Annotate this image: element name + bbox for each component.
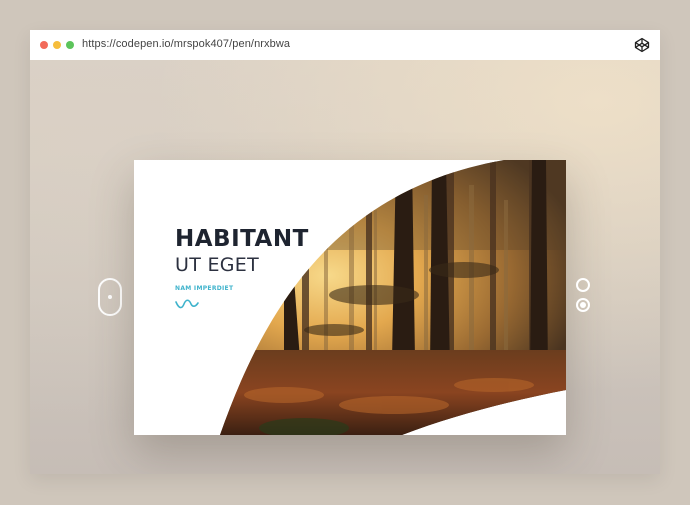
url-text[interactable]: https://codepen.io/mrspok407/pen/nrxbwa xyxy=(82,38,290,50)
slide-tag: NAM IMPERDIET xyxy=(175,285,234,292)
browser-window: https://codepen.io/mrspok407/pen/nrxbwa xyxy=(30,30,660,474)
minimize-window-dot[interactable] xyxy=(53,41,61,49)
prev-dot-icon xyxy=(108,295,112,299)
slide-subtitle: UT EGET xyxy=(175,254,259,276)
close-window-dot[interactable] xyxy=(40,41,48,49)
slide-card: HABITANT UT EGET NAM IMPERDIET xyxy=(134,160,566,435)
maximize-window-dot[interactable] xyxy=(66,41,74,49)
squiggle-decoration-icon xyxy=(175,299,199,309)
slide-title: HABITANT xyxy=(175,226,309,252)
page-dot-2-active[interactable] xyxy=(576,298,590,312)
slider-stage: HABITANT UT EGET NAM IMPERDIET xyxy=(30,60,660,474)
address-bar: https://codepen.io/mrspok407/pen/nrxbwa xyxy=(30,30,660,61)
page-dot-1[interactable] xyxy=(576,278,590,292)
codepen-icon[interactable] xyxy=(634,37,650,53)
slider-prev-icon[interactable] xyxy=(98,278,122,316)
